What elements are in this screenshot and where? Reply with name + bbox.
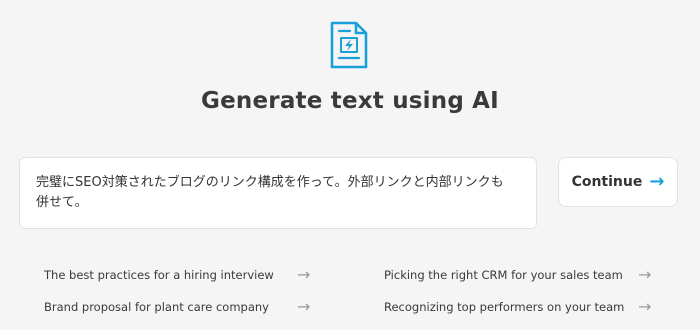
arrow-right-icon: → — [297, 297, 311, 316]
page-title: Generate text using AI — [201, 88, 499, 114]
suggestion-label: The best practices for a hiring intervie… — [44, 268, 274, 282]
prompt-input-value: 完璧にSEO対策されたブログのリンク構成を作って。外部リンクと内部リンクも併せて… — [36, 175, 504, 210]
suggestion-item[interactable]: Brand proposal for plant care company → — [44, 296, 324, 318]
arrow-right-icon: → — [638, 265, 652, 284]
suggestion-label: Brand proposal for plant care company — [44, 300, 269, 314]
suggestion-item[interactable]: The best practices for a hiring intervie… — [44, 264, 324, 286]
prompt-input[interactable]: 完璧にSEO対策されたブログのリンク構成を作って。外部リンクと内部リンクも併せて… — [19, 157, 537, 229]
arrow-right-icon: → — [649, 171, 665, 192]
suggestion-item[interactable]: Recognizing top performers on your team … — [384, 296, 664, 318]
suggestion-label: Recognizing top performers on your team — [384, 300, 625, 314]
arrow-right-icon: → — [638, 297, 652, 316]
suggestion-item[interactable]: Picking the right CRM for your sales tea… — [384, 264, 664, 286]
suggestion-label: Picking the right CRM for your sales tea… — [384, 268, 623, 282]
document-lightning-icon — [328, 20, 370, 70]
continue-button[interactable]: Continue → — [558, 157, 678, 207]
arrow-right-icon: → — [297, 265, 311, 284]
continue-button-label: Continue — [571, 174, 643, 190]
